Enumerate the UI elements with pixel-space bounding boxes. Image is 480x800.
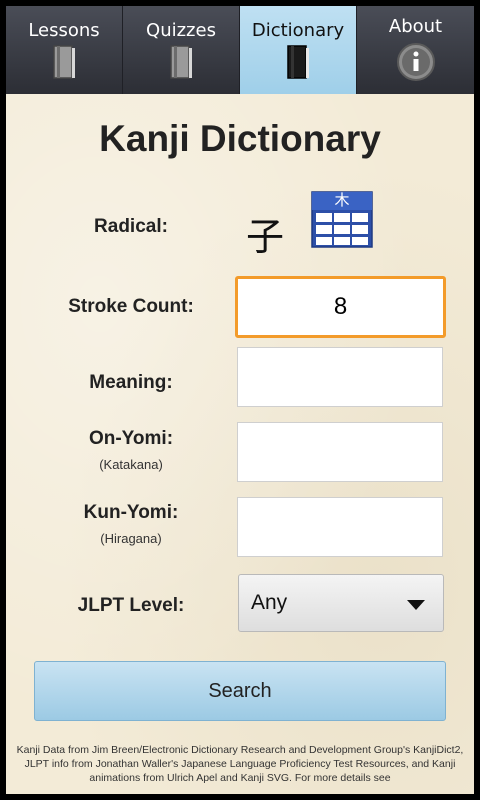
kunyomi-input[interactable] xyxy=(238,498,442,556)
tab-dictionary[interactable]: Dictionary xyxy=(240,6,357,94)
onyomi-sublabel: (Katakana) xyxy=(99,457,163,472)
jlpt-selected-value: Any xyxy=(251,591,288,614)
app-frame: Lessons Quizzes Dictionary About Kanji D… xyxy=(6,6,474,794)
meaning-field[interactable] xyxy=(237,347,443,407)
credits-text: Kanji Data from Jim Breen/Electronic Dic… xyxy=(16,744,464,784)
radical-selected-glyph[interactable]: 子 xyxy=(246,206,284,261)
radical-picker-glyph: 木 xyxy=(334,191,350,209)
tab-label: Quizzes xyxy=(146,20,216,41)
book-icon xyxy=(286,44,310,85)
info-icon xyxy=(396,42,436,87)
jlpt-label: JLPT Level: xyxy=(77,595,185,616)
meaning-label: Meaning: xyxy=(89,372,173,393)
dropdown-arrow-icon xyxy=(407,600,425,610)
stroke-count-input[interactable] xyxy=(238,279,443,335)
radical-label: Radical: xyxy=(94,216,168,237)
tab-bar: Lessons Quizzes Dictionary About xyxy=(6,6,474,94)
stroke-count-label: Stroke Count: xyxy=(68,296,194,317)
kunyomi-sublabel: (Hiragana) xyxy=(100,531,162,546)
onyomi-input[interactable] xyxy=(238,423,442,481)
kunyomi-label: Kun-Yomi: xyxy=(83,502,179,523)
tab-about[interactable]: About xyxy=(357,6,474,94)
onyomi-field[interactable] xyxy=(237,422,443,482)
onyomi-label: On-Yomi: xyxy=(88,428,174,449)
meaning-input[interactable] xyxy=(238,348,442,406)
page-title: Kanji Dictionary xyxy=(99,118,381,159)
tab-label: About xyxy=(388,16,443,37)
tab-label: Dictionary xyxy=(251,20,345,41)
tab-quizzes[interactable]: Quizzes xyxy=(123,6,240,94)
radical-picker-button[interactable]: 木 xyxy=(311,191,373,248)
book-icon xyxy=(52,44,76,85)
book-icon xyxy=(169,44,193,85)
stroke-count-field[interactable] xyxy=(235,276,446,338)
tab-lessons[interactable]: Lessons xyxy=(6,6,123,94)
search-button[interactable]: Search xyxy=(34,661,446,721)
tab-label: Lessons xyxy=(28,20,100,41)
kunyomi-field[interactable] xyxy=(237,497,443,557)
jlpt-level-select[interactable]: Any xyxy=(238,574,444,632)
